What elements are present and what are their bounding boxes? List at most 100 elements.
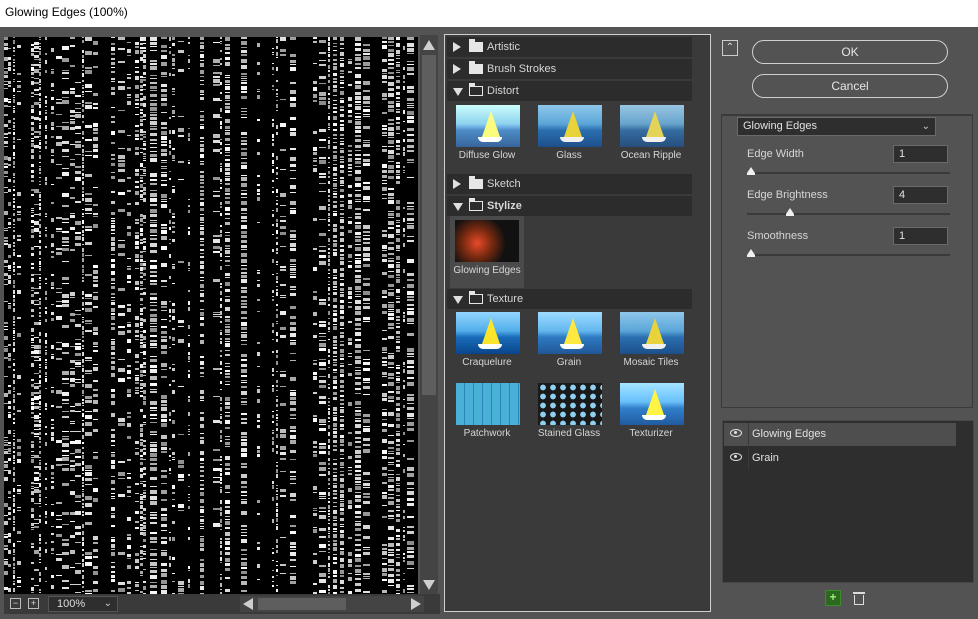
smoothness-slider[interactable]: [747, 249, 950, 257]
category-label: Distort: [487, 85, 519, 97]
ok-button[interactable]: OK: [752, 40, 948, 64]
category-label: Stylize: [487, 200, 522, 212]
category-sketch[interactable]: Sketch: [447, 174, 692, 194]
filter-glass[interactable]: Glass: [533, 102, 605, 172]
delete-effect-layer-icon[interactable]: [852, 590, 866, 606]
layer-name: Glowing Edges: [752, 428, 826, 440]
filter-label: Glowing Edges: [453, 265, 521, 276]
category-label: Sketch: [487, 178, 521, 190]
filter-thumbnail: [538, 105, 602, 147]
edge-width-input[interactable]: 1: [893, 145, 948, 163]
edge-brightness-input[interactable]: 4: [893, 186, 948, 204]
chevron-down-icon: ⌄: [921, 121, 930, 132]
visibility-eye-icon[interactable]: [730, 429, 742, 437]
divider: [748, 447, 749, 470]
scroll-thumb[interactable]: [422, 55, 436, 395]
filter-patchwork[interactable]: Patchwork: [451, 380, 523, 450]
folder-icon: [469, 39, 483, 52]
filter-thumbnail: [456, 383, 520, 425]
filter-stained-glass[interactable]: Stained Glass: [533, 380, 605, 450]
filter-select[interactable]: Glowing Edges ⌄: [737, 117, 936, 136]
filter-label: Mosaic Tiles: [623, 357, 679, 368]
preview-vertical-scrollbar[interactable]: [420, 35, 438, 595]
title-bar: Glowing Edges (100%): [0, 0, 978, 27]
expand-arrow-icon: [453, 179, 461, 189]
folder-open-icon: [468, 82, 483, 96]
scroll-down-arrow-icon[interactable]: [423, 580, 435, 590]
scroll-right-arrow-icon[interactable]: [411, 598, 421, 610]
category-label: Texture: [487, 293, 524, 305]
filter-thumbnail: [456, 105, 520, 147]
filter-thumbnail: [538, 383, 602, 425]
category-texture[interactable]: Texture: [447, 289, 692, 309]
zoom-in-icon[interactable]: +: [28, 598, 39, 609]
folder-icon: [469, 61, 483, 74]
filter-mosaic-tiles[interactable]: Mosaic Tiles: [615, 309, 687, 379]
filter-label: Ocean Ripple: [620, 150, 682, 161]
filter-label: Texturizer: [629, 428, 673, 439]
filter-gallery: Artistic Brush Strokes Distort Diffuse G…: [444, 34, 711, 612]
trash-lid: [853, 592, 865, 594]
folder-icon: [469, 176, 483, 189]
filter-thumbnail: [620, 383, 684, 425]
zoom-out-icon[interactable]: −: [10, 598, 21, 609]
expand-arrow-icon: [453, 64, 461, 74]
filter-label: Glass: [556, 150, 582, 161]
folder-open-icon: [468, 197, 483, 211]
expand-arrow-icon: [453, 42, 461, 52]
filter-label: Patchwork: [463, 428, 511, 439]
cancel-button[interactable]: Cancel: [752, 74, 948, 98]
folder-open-icon: [468, 290, 483, 304]
collapse-arrow-icon: [453, 88, 463, 96]
filter-label: Stained Glass: [537, 428, 601, 439]
smoothness-label: Smoothness: [747, 230, 809, 242]
glowing-edges-preview-image: [4, 37, 414, 594]
divider: [748, 423, 749, 446]
filter-texturizer[interactable]: Texturizer: [615, 380, 687, 450]
category-label: Brush Strokes: [487, 63, 557, 75]
category-stylize[interactable]: Stylize: [447, 196, 692, 216]
smoothness-input[interactable]: 1: [893, 227, 948, 245]
collapse-arrow-icon: [453, 203, 463, 211]
preview-footer: − + 100% ⌄: [4, 594, 440, 614]
filter-thumbnail: [538, 312, 602, 354]
category-artistic[interactable]: Artistic: [447, 37, 692, 57]
category-distort[interactable]: Distort: [447, 81, 692, 101]
filter-thumbnail: [456, 312, 520, 354]
new-effect-layer-icon[interactable]: +: [825, 590, 841, 606]
edge-brightness-slider[interactable]: [747, 208, 950, 216]
filter-craquelure[interactable]: Craquelure: [451, 309, 523, 379]
gallery-scrollbar[interactable]: [693, 37, 709, 609]
filter-diffuse-glow[interactable]: Diffuse Glow: [451, 102, 523, 172]
scroll-thumb[interactable]: [258, 598, 346, 610]
edge-width-slider[interactable]: [747, 167, 950, 175]
filter-grain[interactable]: Grain: [533, 309, 605, 379]
slider-handle[interactable]: [747, 167, 755, 175]
scroll-left-arrow-icon[interactable]: [243, 598, 253, 610]
effect-layers-list: Glowing Edges Grain: [722, 420, 974, 583]
zoom-select[interactable]: 100% ⌄: [48, 596, 118, 612]
trash-body: [854, 595, 864, 605]
layer-name: Grain: [752, 452, 779, 464]
slider-handle[interactable]: [786, 208, 794, 216]
category-label: Artistic: [487, 41, 520, 53]
effect-layer-glowing-edges[interactable]: Glowing Edges: [724, 423, 956, 446]
preview-canvas[interactable]: [4, 37, 418, 594]
filter-glowing-edges[interactable]: Glowing Edges: [450, 216, 524, 288]
category-brush-strokes[interactable]: Brush Strokes: [447, 59, 692, 79]
filter-thumbnail: [455, 220, 519, 262]
visibility-eye-icon[interactable]: [730, 453, 742, 461]
collapse-gallery-icon[interactable]: ⌃: [722, 40, 738, 56]
scroll-up-arrow-icon[interactable]: [423, 40, 435, 50]
effect-layer-grain[interactable]: Grain: [724, 447, 956, 470]
preview-horizontal-scrollbar[interactable]: [240, 596, 424, 612]
chevron-down-icon: ⌄: [103, 598, 112, 609]
zoom-value: 100%: [57, 598, 86, 610]
edge-width-label: Edge Width: [747, 148, 804, 160]
slider-handle[interactable]: [747, 249, 755, 257]
edge-brightness-label: Edge Brightness: [747, 189, 828, 201]
filter-ocean-ripple[interactable]: Ocean Ripple: [615, 102, 687, 172]
filter-thumbnail: [620, 105, 684, 147]
collapse-arrow-icon: [453, 296, 463, 304]
filter-label: Diffuse Glow: [458, 150, 516, 161]
